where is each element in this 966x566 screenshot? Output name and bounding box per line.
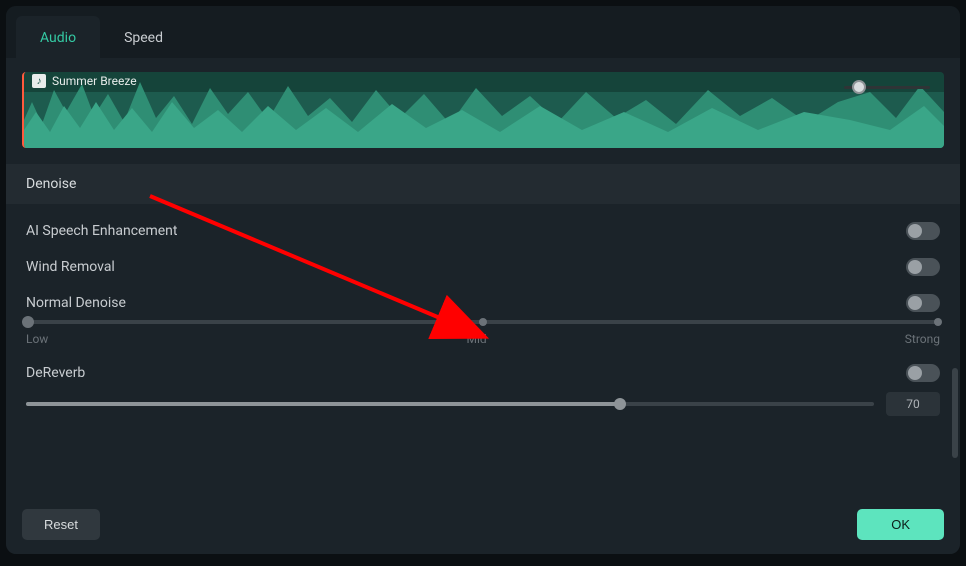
row-dereverb: DeReverb <box>22 346 944 382</box>
toggle-normal-denoise[interactable] <box>906 294 940 312</box>
content-area: ♪ Summer Breeze Denoise AI Speech Enhanc… <box>6 58 960 495</box>
audio-clip[interactable]: ♪ Summer Breeze <box>22 72 944 148</box>
label-normal-denoise: Normal Denoise <box>26 295 126 311</box>
clip-title: Summer Breeze <box>52 74 137 88</box>
clip-volume-knob[interactable] <box>852 80 866 94</box>
toggle-dereverb[interactable] <box>906 364 940 382</box>
tab-bar: Audio Speed <box>6 6 960 58</box>
section-header-denoise[interactable]: Denoise <box>6 164 960 204</box>
label-ai-speech: AI Speech Enhancement <box>26 223 177 239</box>
slider-tick-mid[interactable] <box>479 318 487 326</box>
dereverb-value[interactable]: 70 <box>886 392 940 416</box>
label-wind-removal: Wind Removal <box>26 259 115 275</box>
audio-settings-panel: Audio Speed ♪ Summer Breeze Denoise AI S… <box>6 6 960 554</box>
slider-tick-strong[interactable] <box>934 318 942 326</box>
toggle-ai-speech[interactable] <box>906 222 940 240</box>
row-wind-removal: Wind Removal <box>22 240 944 276</box>
slider-tick-low[interactable] <box>22 316 34 328</box>
slider-label-mid: Mid <box>466 332 486 346</box>
slider-normal-denoise[interactable]: Low Mid Strong <box>22 312 944 346</box>
slider-dereverb-row: 70 <box>22 382 944 416</box>
waveform <box>24 72 944 148</box>
scrollbar-vertical[interactable] <box>952 368 958 458</box>
slider-label-strong: Strong <box>905 332 940 346</box>
slider-label-low: Low <box>26 332 48 346</box>
footer-bar: Reset OK <box>6 495 960 554</box>
row-ai-speech: AI Speech Enhancement <box>22 204 944 240</box>
label-dereverb: DeReverb <box>26 365 85 381</box>
row-normal-denoise: Normal Denoise <box>22 276 944 312</box>
music-note-icon: ♪ <box>32 74 46 88</box>
tab-audio[interactable]: Audio <box>16 16 100 58</box>
slider-dereverb-knob[interactable] <box>614 398 626 410</box>
ok-button[interactable]: OK <box>857 509 944 540</box>
tab-speed[interactable]: Speed <box>100 16 187 58</box>
clip-label: ♪ Summer Breeze <box>32 74 137 88</box>
toggle-wind-removal[interactable] <box>906 258 940 276</box>
reset-button[interactable]: Reset <box>22 509 100 540</box>
slider-dereverb[interactable] <box>26 402 874 406</box>
